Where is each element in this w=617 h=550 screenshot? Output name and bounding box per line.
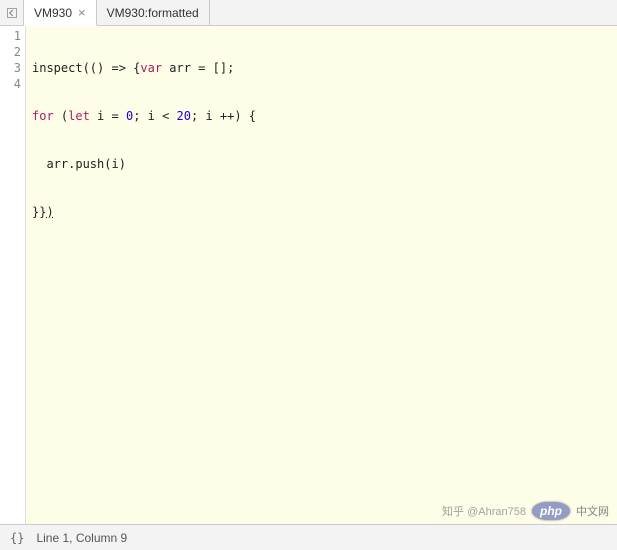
line-number: 2	[8, 44, 21, 60]
status-bar: {} Line 1, Column 9	[0, 524, 617, 550]
tab-vm930-formatted[interactable]: VM930:formatted	[97, 0, 210, 25]
close-icon[interactable]: ×	[78, 6, 86, 19]
tab-bar: VM930 × VM930:formatted	[0, 0, 617, 26]
code-line: arr.push(i)	[32, 156, 617, 172]
code-line: inspect(() => {var arr = [];	[32, 60, 617, 76]
code-area[interactable]: inspect(() => {var arr = []; for (let i …	[26, 26, 617, 524]
code-line: for (let i = 0; i < 20; i ++) {	[32, 108, 617, 124]
pretty-print-icon[interactable]: {}	[10, 531, 24, 545]
line-gutter: 1 2 3 4	[0, 26, 26, 524]
arrow-left-icon	[6, 7, 18, 19]
tab-label: VM930:formatted	[107, 6, 199, 20]
tab-label: VM930	[34, 6, 72, 20]
code-editor[interactable]: 1 2 3 4 inspect(() => {var arr = []; for…	[0, 26, 617, 524]
line-number: 1	[8, 28, 21, 44]
code-line: }})	[32, 204, 617, 220]
tab-vm930[interactable]: VM930 ×	[24, 0, 97, 26]
line-number: 3	[8, 60, 21, 76]
line-number: 4	[8, 76, 21, 92]
nav-back-button[interactable]	[0, 0, 24, 25]
cursor-position: Line 1, Column 9	[36, 531, 127, 545]
